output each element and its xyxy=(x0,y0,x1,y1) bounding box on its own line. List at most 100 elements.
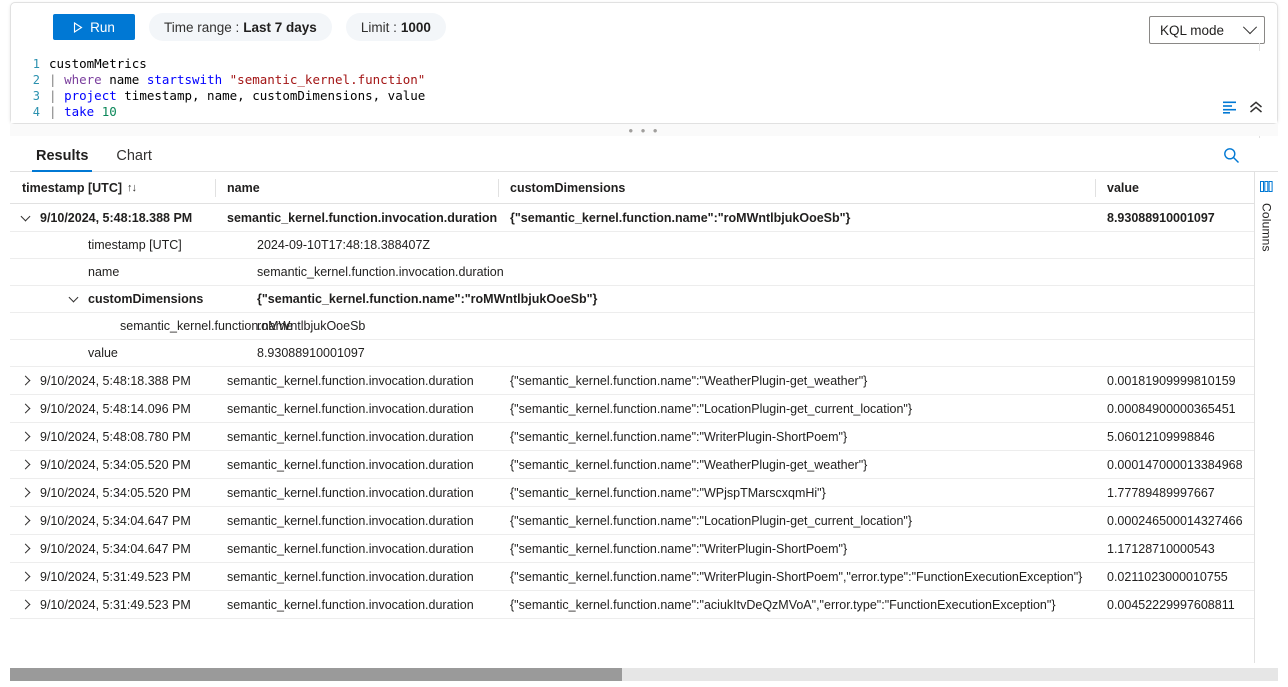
time-range-label: Time range : xyxy=(164,20,239,35)
detail-key-label: name xyxy=(88,265,119,279)
expand-row-icon[interactable] xyxy=(10,461,40,468)
column-header-label: customDimensions xyxy=(510,181,625,195)
cell-value: 0.00452229997608811 xyxy=(1095,598,1278,612)
horizontal-scrollbar-thumb[interactable] xyxy=(10,668,622,681)
expand-row-icon[interactable] xyxy=(10,573,40,580)
cell-name: semantic_kernel.function.invocation.dura… xyxy=(215,570,498,584)
table-row[interactable]: 9/10/2024, 5:34:04.647 PMsemantic_kernel… xyxy=(10,535,1278,563)
detail-key-label: customDimensions xyxy=(88,292,203,306)
column-header-timestamputc[interactable]: timestamp [UTC] ↑↓ xyxy=(10,172,215,204)
line-number: 3 xyxy=(11,88,49,104)
cell-value: 0.00181909999810159 xyxy=(1095,374,1278,388)
time-range-pill[interactable]: Time range : Last 7 days xyxy=(149,13,332,41)
expand-row-icon[interactable] xyxy=(10,517,40,524)
table-row[interactable]: 9/10/2024, 5:48:18.388 PMsemantic_kernel… xyxy=(10,367,1278,395)
cell-timestamp-text: 9/10/2024, 5:48:14.096 PM xyxy=(40,402,191,416)
limit-pill[interactable]: Limit : 1000 xyxy=(346,13,446,41)
expand-row-icon[interactable] xyxy=(10,405,40,412)
cell-name: semantic_kernel.function.invocation.dura… xyxy=(215,458,498,472)
table-row[interactable]: 9/10/2024, 5:34:05.520 PMsemantic_kernel… xyxy=(10,479,1278,507)
cell-timestamp-text: 9/10/2024, 5:34:04.647 PM xyxy=(40,514,191,528)
table-row[interactable]: 9/10/2024, 5:48:18.388 PMsemantic_kernel… xyxy=(10,204,1278,232)
panel-splitter[interactable]: • • • xyxy=(10,124,1278,136)
cell-value: 0.000246500014327466 xyxy=(1095,514,1278,528)
cell-timestamp-text: 9/10/2024, 5:34:05.520 PM xyxy=(40,486,191,500)
cell-value: 0.00084900000365451 xyxy=(1095,402,1278,416)
search-icon[interactable] xyxy=(1218,142,1244,168)
cell-customdimensions: {"semantic_kernel.function.name":"Locati… xyxy=(498,514,1095,528)
code-text[interactable]: customMetrics xyxy=(49,56,147,72)
cell-name: semantic_kernel.function.invocation.dura… xyxy=(215,514,498,528)
cell-customdimensions: {"semantic_kernel.function.name":"Weathe… xyxy=(498,458,1095,472)
table-row[interactable]: 9/10/2024, 5:48:08.780 PMsemantic_kernel… xyxy=(10,423,1278,451)
sort-arrows-icon[interactable]: ↑↓ xyxy=(127,182,136,194)
expand-row-icon[interactable] xyxy=(10,545,40,552)
table-row[interactable]: 9/10/2024, 5:34:05.520 PM semantic_kernel… xyxy=(10,451,1278,479)
code-line[interactable]: 1customMetrics xyxy=(11,56,1277,72)
cell-timestamp-text: 9/10/2024, 5:48:18.388 PM xyxy=(40,374,191,388)
table-row[interactable]: 9/10/2024, 5:31:49.523 PMsemantic_kernel… xyxy=(10,591,1278,619)
chevron-down-icon xyxy=(20,211,30,221)
column-header-value[interactable]: value xyxy=(1095,172,1278,204)
code-text[interactable]: | take 10 xyxy=(49,104,117,120)
tab-results[interactable]: Results xyxy=(24,148,100,171)
code-text[interactable]: | project timestamp, name, customDimensi… xyxy=(49,88,425,104)
chevron-right-icon xyxy=(20,516,30,526)
cell-value: 8.93088910001097 xyxy=(1095,211,1278,225)
code-token: take xyxy=(64,104,94,119)
cell-timestamp: 9/10/2024, 5:34:04.647 PM xyxy=(10,514,215,528)
table-row[interactable]: 9/10/2024, 5:48:14.096 PMsemantic_kernel… xyxy=(10,395,1278,423)
collapse-row-icon[interactable] xyxy=(10,213,40,223)
editor-action-icons xyxy=(1223,101,1263,119)
cell-timestamp-text: 9/10/2024, 5:34:05.520 PM xyxy=(40,458,191,472)
limit-label: Limit : xyxy=(361,20,397,35)
detail-row: namesemantic_kernel.function.invocation.… xyxy=(10,259,1278,286)
cell-timestamp: 9/10/2024, 5:34:05.520 PM xyxy=(10,486,215,500)
query-mode-dropdown[interactable]: KQL mode xyxy=(1149,16,1265,44)
cell-customdimensions: {"semantic_kernel.function.name":"WPjspT… xyxy=(498,486,1095,500)
line-number: 4 xyxy=(11,104,49,120)
expand-row-icon[interactable] xyxy=(10,489,40,496)
expand-row-icon[interactable] xyxy=(10,601,40,608)
cell-timestamp: 9/10/2024, 5:34:05.520 PM xyxy=(10,458,215,472)
column-header-customdimensions[interactable]: customDimensions xyxy=(498,172,1095,204)
grid-body: 9/10/2024, 5:48:18.388 PM semantic_kernel… xyxy=(10,204,1278,619)
code-line[interactable]: 3| project timestamp, name, customDimens… xyxy=(11,88,1277,104)
column-header-label: timestamp [UTC] xyxy=(22,181,122,195)
code-token: timestamp, name, customDimensions, value xyxy=(117,88,426,103)
cell-name: semantic_kernel.function.invocation.dura… xyxy=(215,542,498,556)
run-button[interactable]: Run xyxy=(53,14,135,40)
chevron-right-icon xyxy=(20,432,30,442)
detail-row: timestamp [UTC]2024-09-10T17:48:18.38840… xyxy=(10,232,1278,259)
columns-rail-label: Columns xyxy=(1260,203,1274,252)
chevron-down-icon xyxy=(68,293,78,303)
detail-row: customDimensions {"semantic_kernel.functi… xyxy=(10,286,1278,313)
cell-timestamp: 9/10/2024, 5:31:49.523 PM xyxy=(10,570,215,584)
collapse-row-icon[interactable] xyxy=(58,294,88,304)
column-header-name[interactable]: name xyxy=(215,172,498,204)
tab-chart[interactable]: Chart xyxy=(104,148,163,171)
columns-panel-toggle[interactable]: Columns xyxy=(1254,172,1278,663)
table-row[interactable]: 9/10/2024, 5:31:49.523 PMsemantic_kernel… xyxy=(10,563,1278,591)
kql-query-editor[interactable]: 1customMetrics2| where name startswith "… xyxy=(11,51,1277,123)
code-token: | xyxy=(49,88,64,103)
expand-row-icon[interactable] xyxy=(10,433,40,440)
double-chevron-up-icon[interactable] xyxy=(1249,101,1263,119)
detail-row-key: name xyxy=(10,265,245,279)
cell-name: semantic_kernel.function.invocation.dura… xyxy=(215,430,498,444)
detail-row: value8.93088910001097 xyxy=(10,340,1278,367)
code-text[interactable]: | where name startswith "semantic_kernel… xyxy=(49,72,425,88)
code-line[interactable]: 4| take 10 xyxy=(11,104,1277,120)
code-line[interactable]: 2| where name startswith "semantic_kerne… xyxy=(11,72,1277,88)
format-query-icon[interactable] xyxy=(1223,101,1240,119)
detail-row-value: {"semantic_kernel.function.name":"roMWnt… xyxy=(245,292,597,306)
horizontal-scrollbar[interactable] xyxy=(10,668,1278,681)
cell-value: 1.77789489997667 xyxy=(1095,486,1278,500)
detail-row: semantic_kernel.function.nameroMWntlbjuk… xyxy=(10,313,1278,340)
cell-customdimensions: {"semantic_kernel.function.name":"Writer… xyxy=(498,542,1095,556)
expand-row-icon[interactable] xyxy=(10,377,40,384)
table-row[interactable]: 9/10/2024, 5:34:04.647 PM semantic_kernel… xyxy=(10,507,1278,535)
chevron-right-icon xyxy=(20,404,30,414)
detail-row-value: roMWntlbjukOoeSb xyxy=(245,319,365,333)
cell-timestamp: 9/10/2024, 5:34:04.647 PM xyxy=(10,542,215,556)
